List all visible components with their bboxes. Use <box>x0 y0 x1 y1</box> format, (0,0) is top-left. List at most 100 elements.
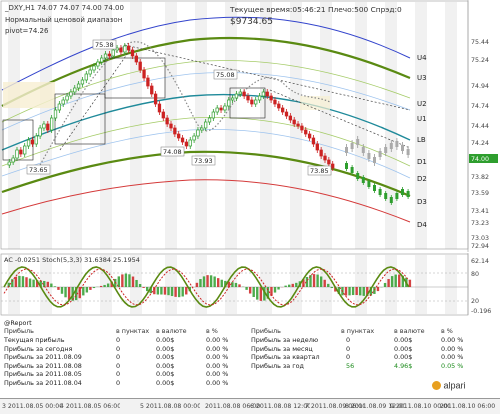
report-right-pct: 0.00 % <box>441 345 463 353</box>
forecast-body <box>384 147 387 153</box>
report-right-points: 56 <box>346 362 354 370</box>
session-stripe <box>100 2 112 249</box>
report-title: @Report <box>4 319 32 327</box>
candle-body <box>166 118 169 124</box>
candle-body <box>120 48 123 52</box>
ac-bar <box>47 282 49 287</box>
forecast-body <box>407 149 410 155</box>
osc-tick: 80 <box>471 271 479 278</box>
candle-body <box>356 173 359 179</box>
report-right-pct: 0.05 % <box>441 362 463 370</box>
candle-body <box>70 92 73 96</box>
annotation-74-08: 74.08 <box>163 148 182 156</box>
ac-bar <box>345 287 347 296</box>
alpari-logo: alpari <box>432 380 466 392</box>
candle-body <box>147 78 150 86</box>
report-right-label: Прибыль за неделю <box>251 336 318 344</box>
candle-body <box>401 189 404 195</box>
ac-bar <box>245 287 247 290</box>
ac-bar <box>292 284 294 287</box>
candle-body <box>345 163 348 169</box>
ac-bar <box>384 283 386 287</box>
candle-body <box>16 150 19 158</box>
candle-body <box>379 189 382 195</box>
band-label-u4: U4 <box>417 54 427 62</box>
ac-bar <box>89 287 91 290</box>
osc-tick: -0.196 <box>471 308 491 315</box>
ac-bar <box>103 285 105 287</box>
price-tick: 73.03 <box>471 235 489 242</box>
ac-bar <box>231 282 233 287</box>
band-label-d2: D2 <box>417 175 427 183</box>
candle-body <box>251 100 254 104</box>
profit-report: @Report Прибыль в пунктах в валюте в % П… <box>1 319 469 395</box>
ac-bar <box>395 275 397 287</box>
candle-body <box>224 106 227 110</box>
ac-bar <box>18 276 20 287</box>
candle-body <box>77 84 80 88</box>
ac-bar <box>213 276 215 287</box>
candle-body <box>266 92 269 96</box>
candle-body <box>43 124 46 128</box>
candle-body <box>27 140 30 146</box>
session-stripe <box>415 255 427 314</box>
candle-body <box>212 112 215 118</box>
price-tick: 75.44 <box>471 39 489 46</box>
ac-bar <box>167 287 169 295</box>
ac-bar <box>203 276 205 287</box>
ac-bar <box>199 279 201 287</box>
candle-body <box>258 96 261 100</box>
candle-body <box>285 112 288 116</box>
session-stripe <box>445 2 457 249</box>
ac-bar <box>79 287 81 298</box>
candle-body <box>262 92 265 96</box>
candle-body <box>158 104 161 112</box>
report-right-money: 0.00$ <box>394 353 412 361</box>
session-stripe <box>70 2 82 249</box>
ac-bar <box>61 287 63 294</box>
time-tick: 6 2011.08.08 12:00 <box>250 403 310 410</box>
oscillator-panel[interactable]: AC -0.0251 Stoch(5,3,3) 31.6384 25.1954 … <box>0 253 500 317</box>
oscillator-axis: 62.14 80 20 -0.196 <box>471 258 491 315</box>
candle-body <box>270 96 273 100</box>
osc-tick: 20 <box>471 298 479 305</box>
ac-bar <box>93 287 95 288</box>
ac-bar <box>157 287 159 295</box>
ac-bar <box>206 275 208 287</box>
candle-body <box>89 70 92 74</box>
ac-bar <box>178 287 180 297</box>
report-left-pct: 0.00 % <box>206 370 228 378</box>
ac-bar <box>277 287 279 290</box>
ac-bar <box>160 287 162 295</box>
band-label-d1: D1 <box>417 158 427 166</box>
candle-body <box>135 56 138 62</box>
indicator-title: Нормальный ценовой диапазон <box>5 16 122 24</box>
ac-bar <box>316 275 318 287</box>
report-right-points: 0 <box>346 345 350 353</box>
candle-body <box>328 160 331 164</box>
ac-bar <box>327 284 329 287</box>
balance: $9734.65 <box>230 17 273 27</box>
ac-bar <box>256 287 258 300</box>
candle-body <box>81 80 84 84</box>
ac-bar <box>249 287 251 294</box>
price-chart[interactable]: _DXY,H1 74.07 74.07 74.00 74.00 Нормальн… <box>0 0 500 252</box>
band-label-u1: U1 <box>417 115 427 123</box>
candle-body <box>331 164 334 168</box>
session-stripe <box>385 2 397 249</box>
osc-tick: 62.14 <box>471 258 489 265</box>
session-stripe <box>260 255 272 314</box>
report-left-pct: 0.00 % <box>206 379 228 387</box>
ac-bar <box>373 287 375 294</box>
candle-body <box>289 116 292 120</box>
candle-body <box>243 92 246 96</box>
candle-body <box>31 140 34 144</box>
annotation-73-65: 73.65 <box>29 166 48 174</box>
annotation-73-93: 73.93 <box>194 157 213 165</box>
report-right-row: Прибыль за квартал00.00$0.00 % <box>1 353 469 361</box>
candle-body <box>373 185 376 191</box>
report-left-label: Прибыль за 2011.08.04 <box>4 379 82 387</box>
price-tick: 73.23 <box>471 220 489 227</box>
ac-bar <box>238 284 240 287</box>
report-left-label: Прибыль за 2011.08.05 <box>4 370 82 378</box>
